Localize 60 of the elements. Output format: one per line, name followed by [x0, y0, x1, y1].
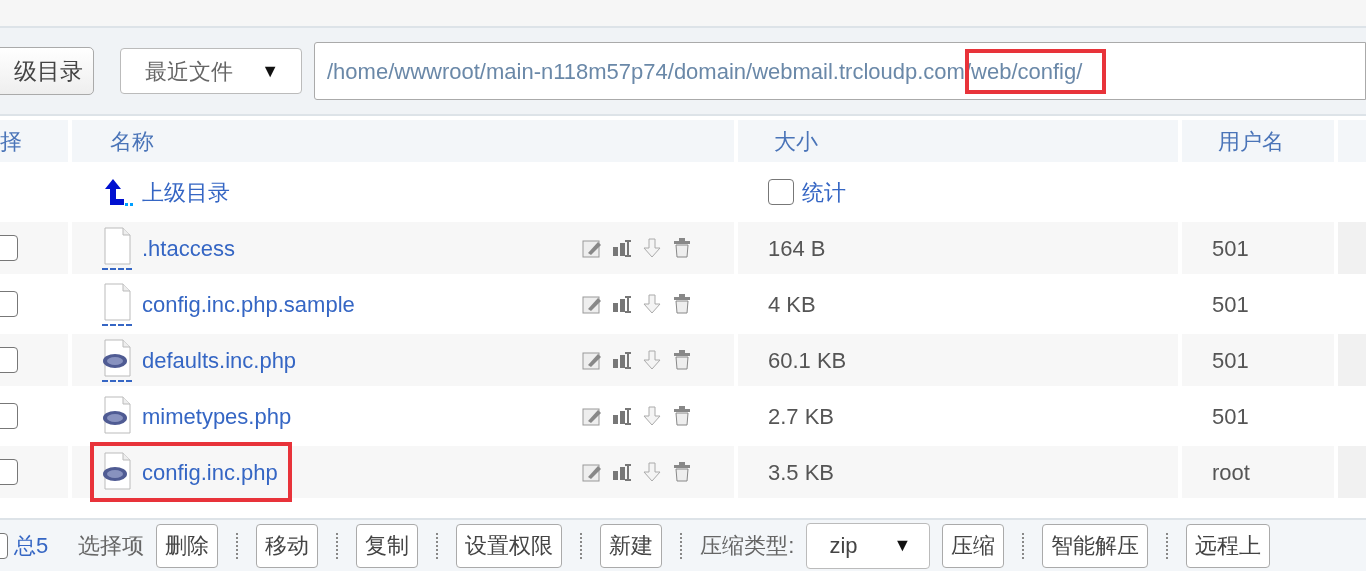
action-button[interactable]: 设置权限 [456, 523, 563, 568]
action-button[interactable]: 复制 [356, 523, 419, 568]
trash-icon [672, 294, 692, 314]
path-text: /home/wwwroot/main-n118m57p74/domain/webmail.trcloudp.com [327, 57, 965, 86]
total-count: 总5 [14, 532, 49, 560]
download-icon [642, 350, 662, 370]
compression-type-dropdown[interactable]: zip ▼ [806, 522, 931, 569]
up-level-button[interactable]: 级目录 [0, 47, 94, 95]
rename-icon [612, 238, 632, 258]
file-name-link[interactable]: defaults.inc.php [142, 343, 297, 377]
file-name-link[interactable]: config.inc.php.sample [142, 287, 355, 321]
path-field[interactable]: /home/wwwroot/main-n118m57p74/domain/webmail.trcloudp.com/web/config/ [314, 42, 1366, 100]
trash-icon [672, 350, 692, 370]
parent-folder-icon [102, 177, 134, 207]
selection-label: 选择项 [78, 532, 145, 560]
file-name-link[interactable]: config.inc.php [142, 455, 278, 489]
highlighted-path-text: /web/config/ [964, 48, 1107, 94]
file-size: 60.1 KB [768, 346, 847, 375]
trash-icon [672, 462, 692, 482]
action-button[interactable]: 远程上 [1186, 523, 1271, 568]
action-button[interactable]: 新建 [600, 523, 663, 568]
column-header: 择 [0, 127, 22, 156]
rename-icon [612, 350, 632, 370]
parent-folder-link[interactable]: 上级目录 [142, 175, 230, 209]
edit-icon [582, 238, 602, 258]
action-button[interactable]: 智能解压 [1042, 523, 1149, 568]
column-header: 名称 [110, 127, 154, 156]
file-size: 3.5 KB [768, 458, 835, 487]
file-size: 2.7 KB [768, 402, 835, 431]
download-icon [642, 462, 662, 482]
rename-icon [612, 406, 632, 426]
action-button[interactable]: 移动 [256, 523, 319, 568]
download-icon [642, 294, 662, 314]
compression-label: 压缩类型: [700, 532, 795, 560]
action-button[interactable]: 删除 [156, 523, 219, 568]
rename-icon [612, 462, 632, 482]
stat-label: 统计 [802, 178, 846, 207]
checkbox[interactable] [768, 179, 794, 205]
file-size: 164 B [768, 234, 826, 263]
trash-icon [672, 406, 692, 426]
file-owner: 501 [1212, 234, 1249, 263]
trash-icon [672, 238, 692, 258]
recent-files-dropdown[interactable]: 最近文件 ▼ [120, 48, 302, 94]
edit-icon [582, 462, 602, 482]
file-name-link[interactable]: mimetypes.php [142, 399, 292, 433]
file-owner: root [1212, 458, 1250, 487]
file-name-link[interactable]: .htaccess [142, 231, 235, 265]
file-owner: 501 [1212, 402, 1249, 431]
file-size: 4 KB [768, 290, 816, 319]
action-button[interactable]: 压缩 [942, 523, 1005, 568]
download-icon [642, 238, 662, 258]
column-header: 用户名 [1218, 127, 1284, 156]
file-owner: 501 [1212, 290, 1249, 319]
rename-icon [612, 294, 632, 314]
edit-icon [582, 406, 602, 426]
column-header: 大小 [774, 127, 818, 156]
file-owner: 501 [1212, 346, 1249, 375]
download-icon [642, 406, 662, 426]
edit-icon [582, 350, 602, 370]
edit-icon [582, 294, 602, 314]
